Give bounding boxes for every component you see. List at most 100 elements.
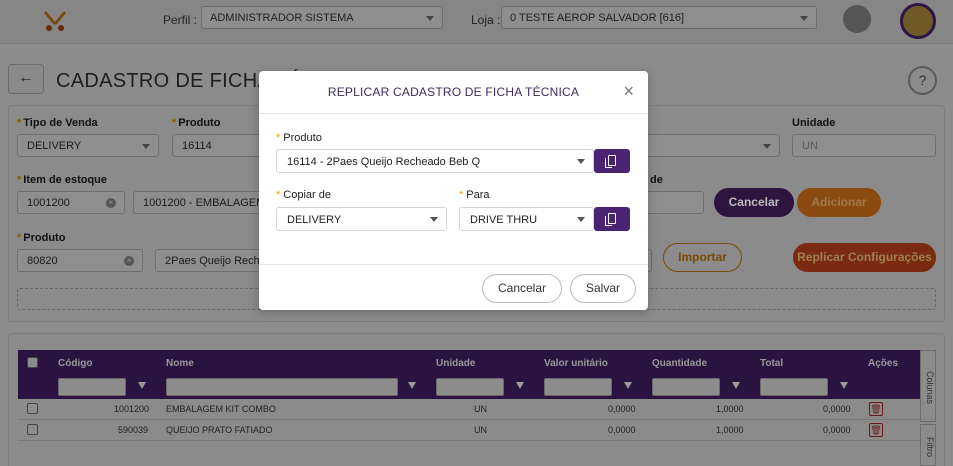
user-avatar[interactable]: [900, 3, 936, 39]
chevron-down-icon: [142, 144, 150, 149]
cell-unidade: UN: [474, 404, 487, 414]
modal-produto-label: * Produto: [276, 132, 322, 144]
col-nome[interactable]: Nome: [166, 358, 194, 369]
chevron-down-icon: [577, 217, 585, 222]
copy-product-button[interactable]: [594, 149, 630, 173]
replicar-configuracoes-button[interactable]: Replicar Configurações: [793, 243, 936, 272]
cell-unidade: UN: [474, 425, 487, 435]
perfil-select[interactable]: ADMINISTRADOR SISTEMA: [201, 6, 443, 29]
cell-quantidade: 1,0000: [716, 404, 744, 414]
tipo-venda-select[interactable]: DELIVERY: [17, 134, 159, 157]
filter-unidade-input[interactable]: [436, 378, 504, 396]
filter-nome-input[interactable]: [166, 378, 398, 396]
unidade-label: Unidade: [792, 117, 836, 129]
cell-quantidade: 1,0000: [716, 425, 744, 435]
produto2-desc-input[interactable]: 2Paes Queijo Reche: [155, 249, 262, 272]
partial-input[interactable]: [644, 191, 704, 214]
modal-produto-value: 16114 - 2Paes Queijo Recheado Beb Q: [287, 156, 481, 168]
copy-icon: [605, 213, 616, 226]
produto2-label: * Produto: [17, 232, 66, 244]
cell-valor: 0,0000: [608, 425, 636, 435]
chevron-down-icon: [426, 16, 434, 21]
cancelar-button[interactable]: Cancelar: [714, 188, 794, 217]
produto2-code-input[interactable]: 80820 ×: [17, 249, 143, 272]
col-total[interactable]: Total: [760, 358, 783, 369]
chevron-down-icon: [430, 217, 438, 222]
table-row[interactable]: 1001200 EMBALAGEM KIT COMBO UN 0,0000 1,…: [18, 399, 920, 420]
item-estoque-label: * Item de estoque: [17, 174, 108, 186]
filter-total-input[interactable]: [760, 378, 828, 396]
para-select[interactable]: DRIVE THRU: [459, 207, 594, 231]
modal-salvar-button[interactable]: Salvar: [570, 274, 636, 303]
item-estoque-code-input[interactable]: 1001200 ×: [17, 191, 125, 214]
chevron-down-icon: [800, 16, 808, 21]
copy-icon: [605, 155, 616, 168]
chevron-down-icon: [577, 159, 585, 164]
item-estoque-desc-input[interactable]: 1001200 - EMBALAGEM: [133, 191, 262, 214]
hidden-select[interactable]: [644, 134, 780, 157]
select-all-checkbox[interactable]: [27, 357, 38, 368]
col-quantidade[interactable]: Quantidade: [652, 358, 707, 369]
produto-select[interactable]: 16114: [172, 134, 262, 157]
trash-icon[interactable]: 🗑: [869, 402, 883, 416]
filter-codigo-input[interactable]: [58, 378, 126, 396]
para-label: * Para: [459, 189, 490, 201]
cell-codigo: 590039: [118, 425, 149, 435]
cell-total: 0,0000: [823, 425, 851, 435]
top-bar: Perfil : ADMINISTRADOR SISTEMA Loja : 0 …: [0, 0, 953, 44]
loja-value: 0 TESTE AEROP SALVADOR [616]: [510, 12, 685, 24]
unidade-field: UN: [792, 134, 936, 157]
trash-icon[interactable]: 🗑: [869, 423, 883, 437]
clear-icon[interactable]: ×: [124, 256, 134, 266]
perfil-value: ADMINISTRADOR SISTEMA: [210, 12, 354, 24]
row-checkbox[interactable]: [27, 403, 38, 414]
brand-logo-icon: [44, 11, 66, 31]
modal-footer: Cancelar Salvar: [259, 264, 648, 310]
replicar-modal: REPLICAR CADASTRO DE FICHA TÉCNICA × * Pr…: [259, 71, 648, 310]
loja-select[interactable]: 0 TESTE AEROP SALVADOR [616]: [501, 6, 817, 29]
cell-valor: 0,0000: [608, 404, 636, 414]
col-acoes: Ações: [868, 358, 899, 369]
copiar-de-label: * Copiar de: [276, 189, 331, 201]
partial-field-label: de: [650, 174, 663, 186]
clear-icon[interactable]: ×: [106, 198, 116, 208]
filter-icon[interactable]: [732, 382, 740, 389]
loja-label: Loja :: [471, 13, 501, 27]
col-valor-unitario[interactable]: Valor unitário: [544, 358, 608, 369]
modal-header: REPLICAR CADASTRO DE FICHA TÉCNICA ×: [259, 71, 648, 114]
filter-quantidade-input[interactable]: [652, 378, 720, 396]
filter-side-tab[interactable]: Filtro: [920, 424, 936, 466]
chevron-down-icon: [763, 144, 771, 149]
para-value: DRIVE THRU: [470, 214, 538, 226]
grid-filter-row: [18, 375, 920, 399]
cell-nome: QUEIJO PRATO FATIADO: [166, 425, 273, 435]
copiar-de-select[interactable]: DELIVERY: [276, 207, 447, 231]
row-checkbox[interactable]: [27, 424, 38, 435]
filter-valor-input[interactable]: [544, 378, 612, 396]
table-row[interactable]: 590039 QUEIJO PRATO FATIADO UN 0,0000 1,…: [18, 420, 920, 441]
grid-header: Código Nome Unidade Valor unitário Quant…: [18, 350, 920, 375]
copy-para-button[interactable]: [594, 207, 630, 231]
help-button[interactable]: ?: [908, 66, 937, 95]
notification-avatar-icon[interactable]: [843, 5, 871, 33]
filter-icon[interactable]: [408, 382, 416, 389]
perfil-label: Perfil :: [163, 13, 198, 27]
filter-icon[interactable]: [516, 382, 524, 389]
modal-produto-select[interactable]: 16114 - 2Paes Queijo Recheado Beb Q: [276, 149, 594, 173]
cell-total: 0,0000: [823, 404, 851, 414]
modal-title: REPLICAR CADASTRO DE FICHA TÉCNICA: [327, 85, 580, 99]
filter-icon[interactable]: [840, 382, 848, 389]
filter-icon[interactable]: [624, 382, 632, 389]
cell-codigo: 1001200: [114, 404, 150, 414]
adicionar-button[interactable]: Adicionar: [797, 188, 881, 217]
filter-icon[interactable]: [138, 382, 146, 389]
back-button[interactable]: ←: [8, 64, 44, 94]
columns-side-tab[interactable]: Colunas: [920, 350, 936, 422]
col-unidade[interactable]: Unidade: [436, 358, 475, 369]
produto-label: * Produto: [172, 117, 221, 129]
close-icon[interactable]: ×: [623, 82, 634, 100]
modal-cancelar-button[interactable]: Cancelar: [482, 274, 562, 303]
cell-nome: EMBALAGEM KIT COMBO: [166, 404, 276, 414]
importar-button[interactable]: Importar: [663, 243, 742, 272]
col-codigo[interactable]: Código: [58, 358, 92, 369]
